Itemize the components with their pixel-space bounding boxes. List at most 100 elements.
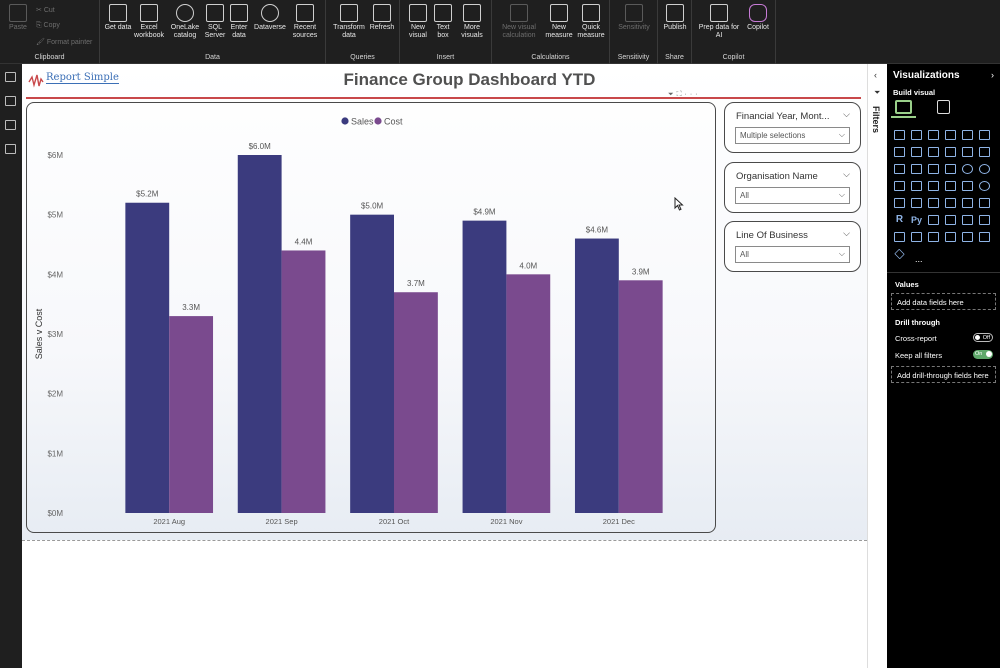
visual-type-stacked-bar-icon[interactable]: [894, 130, 905, 140]
visual-type-treemap-icon[interactable]: [894, 181, 905, 191]
more-visuals-link[interactable]: ...: [915, 254, 923, 264]
visual-header: ⏷⛶···: [668, 91, 701, 99]
slicer-organisation-name[interactable]: Organisation Name ⌵ All ⌵: [724, 162, 861, 213]
visual-type-line-clustered-icon[interactable]: [979, 147, 990, 157]
values-drop-zone[interactable]: Add data fields here: [891, 293, 996, 310]
new-visual-button[interactable]: New visual: [404, 4, 432, 40]
drill-through-drop-zone[interactable]: Add drill-through fields here: [891, 366, 996, 383]
visual-type-multi-row-card-icon[interactable]: [911, 198, 922, 208]
visual-type-r-visual-icon[interactable]: R: [894, 215, 905, 225]
format-painter-button[interactable]: 🖌 Format painter: [36, 38, 92, 46]
visual-type-kpi-icon[interactable]: [928, 198, 939, 208]
visual-type-donut-icon[interactable]: [979, 164, 990, 174]
chevron-down-icon[interactable]: ⌵: [843, 228, 850, 239]
visual-type-100-area-icon[interactable]: [945, 147, 956, 157]
visual-type-filled-map-icon[interactable]: [928, 181, 939, 191]
slicer-financial-year[interactable]: Financial Year, Mont... ⌵ Multiple selec…: [724, 102, 861, 153]
cut-button[interactable]: ✂ Cut: [36, 6, 55, 14]
visual-type-pie-icon[interactable]: [962, 164, 973, 174]
dataverse-button[interactable]: Dataverse: [252, 4, 288, 32]
slicer-line-of-business[interactable]: Line Of Business ⌵ All ⌵: [724, 221, 861, 272]
visual-type-map-icon[interactable]: [911, 181, 922, 191]
data-label-sales: $4.6M: [586, 226, 609, 235]
transform-data-button[interactable]: Transform data: [332, 4, 366, 40]
dax-query-view-icon[interactable]: [5, 144, 16, 154]
excel-workbook-button[interactable]: Excel workbook: [132, 4, 166, 40]
copy-button[interactable]: ⎘ Copy: [36, 22, 60, 30]
visual-type-waterfall-icon[interactable]: [911, 164, 922, 174]
visual-type-trophy-icon[interactable]: [894, 232, 905, 242]
cross-report-row: Cross-report Off: [895, 333, 993, 343]
visual-type-arcgis-icon[interactable]: [962, 232, 973, 242]
visual-type-custom-icon[interactable]: [979, 232, 990, 242]
refresh-button[interactable]: Refresh: [368, 4, 396, 32]
filter-icon[interactable]: ⏷: [668, 91, 677, 98]
chevron-down-icon[interactable]: ⌵: [843, 169, 850, 180]
visual-type-scatter-icon[interactable]: [945, 164, 956, 174]
expand-arrow-icon[interactable]: ‹: [874, 70, 877, 80]
format-visual-icon[interactable]: [937, 100, 950, 114]
visual-type-azure-map-icon[interactable]: [962, 181, 973, 191]
cross-report-toggle[interactable]: Off: [973, 333, 993, 342]
visual-type-paginated-icon[interactable]: [911, 232, 922, 242]
new-visual-calculation-button[interactable]: New visual calculation: [496, 4, 542, 40]
sensitivity-button[interactable]: Sensitivity: [614, 4, 654, 32]
enter-data-button[interactable]: Enter data: [228, 4, 250, 40]
slicer-dropdown[interactable]: Multiple selections ⌵: [735, 127, 850, 144]
visual-type-key-influencers-icon[interactable]: [928, 215, 939, 225]
copilot-button[interactable]: Copilot: [742, 4, 774, 32]
report-view-icon[interactable]: [5, 72, 16, 82]
quick-measure-button[interactable]: Quick measure: [576, 4, 606, 40]
clustered-column-chart[interactable]: Sales Cost $0M $1M $2M $3M $4M $5M $6M Sales v Co…: [26, 102, 716, 533]
visual-type-shape-map-icon[interactable]: [945, 181, 956, 191]
group-label: Calculations: [531, 54, 570, 61]
excel-icon: [140, 4, 158, 22]
onelake-catalog-button[interactable]: OneLake catalog: [168, 4, 202, 40]
visual-type-stacked-area-icon[interactable]: [928, 147, 939, 157]
publish-button[interactable]: Publish: [660, 4, 690, 32]
slicer-dropdown[interactable]: All ⌵: [735, 187, 850, 204]
get-data-button[interactable]: Get data: [104, 4, 132, 32]
visual-type-qa-icon[interactable]: [962, 215, 973, 225]
data-label-cost: 4.0M: [519, 261, 537, 270]
visual-type-python-visual-icon[interactable]: Py: [911, 215, 922, 225]
new-measure-button[interactable]: New measure: [544, 4, 574, 40]
visual-type-funnel-icon[interactable]: [928, 164, 939, 174]
bar-sales: [462, 220, 507, 513]
slicer-dropdown[interactable]: All ⌵: [735, 246, 850, 263]
chevron-down-icon[interactable]: ⌵: [843, 109, 850, 120]
visual-type-smart-narrative-icon[interactable]: [979, 215, 990, 225]
sql-server-button[interactable]: SQL Server: [202, 4, 228, 40]
visual-type-clustered-bar-icon[interactable]: [928, 130, 939, 140]
more-options-icon[interactable]: ···: [685, 91, 701, 98]
paste-button[interactable]: Paste: [6, 4, 30, 32]
filters-pane-collapsed[interactable]: ‹ ⏷ Filters: [867, 64, 887, 668]
more-visuals-button[interactable]: More visuals: [456, 4, 488, 40]
visual-type-matrix-icon[interactable]: [979, 198, 990, 208]
prep-data-for-ai-button[interactable]: Prep data for AI: [696, 4, 742, 40]
visual-type-more-icon[interactable]: [894, 248, 905, 260]
visual-type-line-column-icon[interactable]: [962, 147, 973, 157]
visual-type-ribbon-icon[interactable]: [894, 164, 905, 174]
keep-all-filters-toggle[interactable]: On: [973, 350, 993, 359]
visual-type-clustered-column-icon[interactable]: [945, 130, 956, 140]
visual-type-card-icon[interactable]: [894, 198, 905, 208]
build-visual-icon[interactable]: [891, 100, 916, 118]
visual-type-100-bar-icon[interactable]: [962, 130, 973, 140]
visual-type-slicer-icon[interactable]: [945, 198, 956, 208]
collapse-arrow-icon[interactable]: ›: [991, 70, 994, 80]
visual-type-decomposition-tree-icon[interactable]: [945, 215, 956, 225]
visual-type-100-column-icon[interactable]: [979, 130, 990, 140]
visual-type-area-icon[interactable]: [911, 147, 922, 157]
recent-sources-button[interactable]: Recent sources: [288, 4, 322, 40]
visual-type-table-icon[interactable]: [962, 198, 973, 208]
visual-type-line-icon[interactable]: [894, 147, 905, 157]
visual-type-power-automate-icon[interactable]: [945, 232, 956, 242]
focus-mode-icon[interactable]: ⛶: [677, 91, 685, 98]
text-box-button[interactable]: Text box: [432, 4, 454, 40]
visual-type-stacked-column-icon[interactable]: [911, 130, 922, 140]
table-view-icon[interactable]: [5, 96, 16, 106]
visual-type-gauge-icon[interactable]: [979, 181, 990, 191]
visual-type-power-apps-icon[interactable]: [928, 232, 939, 242]
model-view-icon[interactable]: [5, 120, 16, 130]
